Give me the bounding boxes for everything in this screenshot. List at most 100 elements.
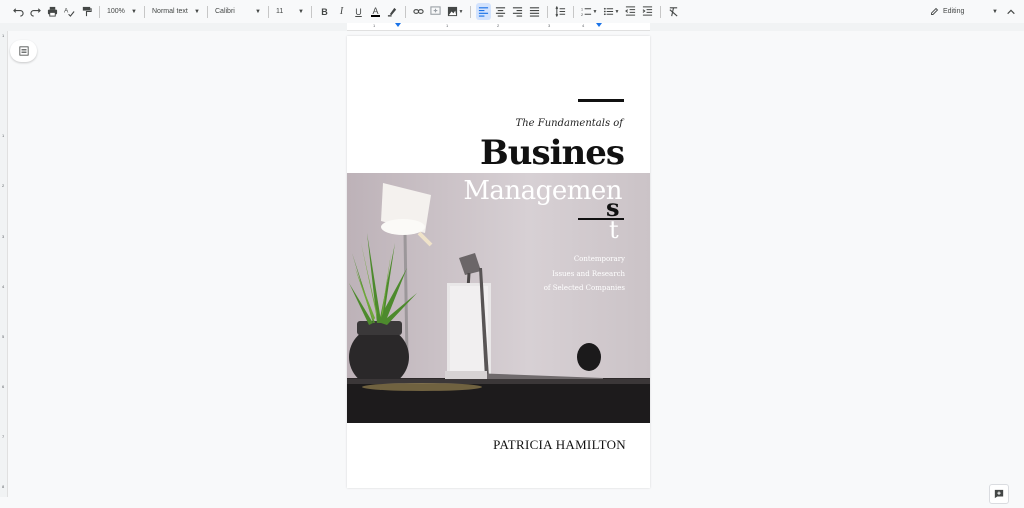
document-title-line2[interactable]: Managemen — [463, 176, 622, 206]
clear-formatting-icon — [669, 7, 678, 17]
justify-button[interactable] — [527, 3, 542, 20]
ruler-number: 8 — [2, 484, 5, 489]
bold-button[interactable]: B — [317, 3, 332, 20]
description-line: of Selected Companies — [543, 284, 625, 292]
decrease-indent-button[interactable] — [623, 3, 638, 20]
ruler-number: 4 — [582, 23, 585, 28]
numbered-list-button[interactable]: 12 ▼ — [579, 3, 599, 20]
toolbar-divider — [207, 5, 208, 18]
font-size-dropdown[interactable]: 11 ▼ — [273, 3, 307, 20]
ruler-number: 4 — [2, 284, 5, 289]
spellcheck-icon: A — [64, 7, 75, 17]
explore-button[interactable] — [989, 484, 1009, 504]
align-justify-icon — [529, 7, 540, 17]
indent-decrease-icon — [625, 6, 636, 16]
font-dropdown[interactable]: Calibri ▼ — [212, 3, 264, 20]
spellcheck-button[interactable]: A — [62, 3, 77, 20]
italic-button[interactable]: I — [334, 3, 349, 20]
toolbar-divider — [660, 5, 661, 18]
align-left-button[interactable] — [476, 3, 491, 20]
editing-mode-label: Editing — [943, 8, 965, 15]
paint-format-button[interactable] — [79, 3, 94, 20]
document-page[interactable]: The Fundamentals of Busines Managemen s … — [347, 36, 650, 488]
toolbar-divider — [311, 5, 312, 18]
document-subtitle[interactable]: The Fundamentals of — [516, 118, 623, 129]
line-spacing-button[interactable] — [553, 3, 568, 20]
paint-format-icon — [82, 6, 92, 17]
chevron-down-icon: ▼ — [298, 8, 304, 15]
toolbar-divider — [405, 5, 406, 18]
ruler-number: 7 — [2, 434, 5, 439]
zoom-dropdown[interactable]: 100% ▼ — [104, 3, 140, 20]
ruler-number: 3 — [2, 234, 5, 239]
desk-scene-illustration — [347, 173, 650, 423]
document-title-line1[interactable]: Busines — [480, 133, 625, 173]
description-line: Contemporary — [573, 255, 625, 263]
ruler-number: 2 — [497, 23, 500, 28]
underline-button[interactable]: U — [351, 3, 366, 20]
chevron-down-icon: ▼ — [131, 8, 137, 15]
font-value: Calibri — [215, 8, 235, 15]
horizontal-ruler[interactable]: 1 1 2 3 4 — [347, 23, 650, 31]
left-indent-marker[interactable] — [395, 23, 401, 27]
add-comment-icon — [994, 489, 1004, 499]
numbered-list-icon: 12 — [581, 8, 591, 17]
editing-mode-dropdown[interactable]: Editing ▼ — [930, 3, 998, 20]
text-color-swatch — [371, 14, 380, 17]
toolbar-divider — [99, 5, 100, 18]
image-icon — [447, 6, 457, 17]
text-color-label: A — [372, 5, 379, 16]
comment-icon — [430, 6, 441, 15]
chevron-down-icon: ▼ — [255, 8, 261, 15]
style-dropdown[interactable]: Normal text ▼ — [149, 3, 203, 20]
outline-icon — [18, 46, 29, 56]
title-rule-top — [578, 99, 624, 102]
clear-formatting-button[interactable] — [666, 3, 681, 20]
toolbar-divider — [470, 5, 471, 18]
print-icon — [47, 6, 58, 17]
zoom-value: 100% — [107, 8, 125, 15]
ruler-number: 3 — [548, 23, 551, 28]
collapse-toolbar-button[interactable] — [1003, 3, 1018, 20]
document-description[interactable]: Contemporary Issues and Research of Sele… — [544, 252, 625, 296]
ruler-number: 1 — [446, 23, 449, 28]
chevron-down-icon: ▼ — [592, 8, 598, 15]
align-right-icon — [512, 7, 523, 17]
redo-button[interactable] — [28, 3, 43, 20]
vertical-ruler[interactable]: 1 1 2 3 4 5 6 7 8 — [0, 31, 8, 497]
document-outline-button[interactable] — [10, 40, 37, 62]
insert-link-button[interactable] — [411, 3, 426, 20]
pencil-icon — [931, 7, 939, 15]
ruler-number: 1 — [2, 33, 5, 38]
print-button[interactable] — [45, 3, 60, 20]
highlight-button[interactable] — [385, 3, 400, 20]
undo-icon — [13, 8, 24, 17]
chevron-up-icon — [1006, 9, 1015, 14]
toolbar-divider — [573, 5, 574, 18]
bulleted-list-button[interactable]: ▼ — [601, 3, 621, 20]
document-author[interactable]: PATRICIA HAMILTON — [493, 437, 626, 453]
cover-photo — [347, 173, 650, 423]
highlighter-icon — [387, 7, 397, 17]
description-line: Issues and Research — [552, 269, 625, 278]
line-spacing-icon — [555, 6, 566, 17]
undo-button[interactable] — [11, 3, 26, 20]
svg-text:A: A — [64, 7, 69, 14]
bulleted-list-icon — [603, 7, 613, 16]
chevron-down-icon: ▼ — [194, 8, 200, 15]
insert-image-button[interactable]: ▼ — [445, 3, 465, 20]
align-right-button[interactable] — [510, 3, 525, 20]
insert-comment-button[interactable] — [428, 3, 443, 20]
toolbar: A 100% ▼ Normal text ▼ Calibri ▼ 11 ▼ B I U … — [0, 0, 1024, 23]
align-center-icon — [495, 7, 506, 17]
align-center-button[interactable] — [493, 3, 508, 20]
redo-icon — [30, 8, 41, 17]
chevron-down-icon: ▼ — [458, 8, 464, 15]
title-overflow-t[interactable]: t — [609, 216, 619, 244]
increase-indent-button[interactable] — [640, 3, 655, 20]
style-value: Normal text — [152, 8, 188, 15]
right-indent-marker[interactable] — [596, 23, 602, 27]
link-icon — [413, 9, 424, 14]
text-color-button[interactable]: A — [368, 3, 383, 20]
chevron-down-icon: ▼ — [614, 8, 620, 15]
